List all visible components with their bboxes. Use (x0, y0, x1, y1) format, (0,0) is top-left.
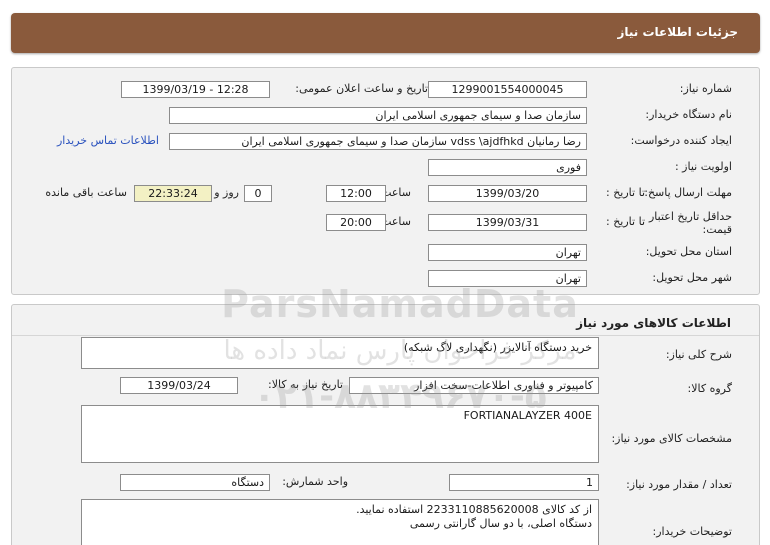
reply-deadline-label: مهلت ارسال پاسخ: (644, 186, 732, 199)
delivery-city-label: شهر محل تحویل: (652, 271, 732, 284)
goods-group-label: گروه کالا: (687, 382, 732, 395)
requester-label: ایجاد کننده درخواست: (630, 134, 732, 147)
goods-group-field: کامپیوتر و فناوری اطلاعات-سخت افزار (349, 377, 599, 394)
buyer-org-field: سازمان صدا و سیمای جمهوری اسلامی ایران (169, 107, 587, 124)
announce-datetime-field: 1399/03/19 - 12:28 (121, 81, 270, 98)
days-label: روز و (214, 186, 239, 199)
remaining-days-field: 0 (244, 185, 272, 202)
need-number-label: شماره نیاز: (679, 82, 732, 95)
summary-field: خرید دستگاه آنالایزر (نگهداری لاگ شبکه) (81, 337, 599, 369)
need-date-field: 1399/03/24 (120, 377, 238, 394)
buyer-contact-link[interactable]: اطلاعات تماس خریدار (57, 134, 159, 147)
need-details-panel: شماره نیاز: 1299001554000045 تاریخ و ساع… (11, 67, 760, 295)
reply-date-field: 1399/03/20 (428, 185, 587, 202)
buyer-notes-field: از کد کالای 2233110885620008 استفاده نما… (81, 499, 599, 545)
buyer-notes-line-1: از کد کالای 2233110885620008 استفاده نما… (356, 503, 592, 516)
need-number-field: 1299001554000045 (428, 81, 587, 98)
priority-field: فوری (428, 159, 587, 176)
specs-label: مشخصات کالای مورد نیاز: (611, 432, 732, 445)
requester-field: رضا رمانیان vdss \ajdfhkd سازمان صدا و س… (169, 133, 587, 150)
reply-to-date-label: تا تاریخ : (606, 186, 645, 199)
quantity-label: تعداد / مقدار مورد نیاز: (626, 478, 732, 491)
remaining-time-field: 22:33:24 (134, 185, 212, 202)
price-validity-time-field: 20:00 (326, 214, 386, 231)
reply-time-field: 12:00 (326, 185, 386, 202)
delivery-province-label: استان محل تحویل: (645, 245, 732, 258)
buyer-notes-line-2: دستگاه اصلی، با دو سال گارانتی رسمی (409, 517, 592, 530)
remaining-time-label: ساعت باقی مانده (45, 186, 127, 199)
page-title: جزئیات اطلاعات نیاز (617, 25, 738, 39)
summary-label: شرح کلی نیاز: (665, 348, 732, 361)
priority-label: اولویت نیاز : (674, 160, 732, 173)
price-to-date-label: تا تاریخ : (606, 215, 645, 228)
delivery-province-field: تهران (428, 244, 587, 261)
price-validity-label: حداقل تاریخ اعتبار قیمت: (648, 210, 732, 236)
price-validity-date-field: 1399/03/31 (428, 214, 587, 231)
unit-label: واحد شمارش: (282, 475, 348, 488)
goods-info-panel: اطلاعات کالاهای مورد نیاز شرح کلی نیاز: … (11, 304, 760, 545)
need-date-label: تاریخ نیاز به کالا: (268, 378, 343, 391)
buyer-org-label: نام دستگاه خریدار: (645, 108, 732, 121)
announce-datetime-label: تاریخ و ساعت اعلان عمومی: (295, 82, 428, 95)
page-header: جزئیات اطلاعات نیاز (11, 13, 760, 53)
quantity-field: 1 (449, 474, 599, 491)
delivery-city-field: تهران (428, 270, 587, 287)
unit-field: دستگاه (120, 474, 270, 491)
buyer-notes-label: توضیحات خریدار: (652, 525, 733, 538)
specs-field: FORTIANALAYZER 400E (81, 405, 599, 463)
section-divider (12, 335, 759, 336)
goods-section-title: اطلاعات کالاهای مورد نیاز (576, 316, 731, 330)
